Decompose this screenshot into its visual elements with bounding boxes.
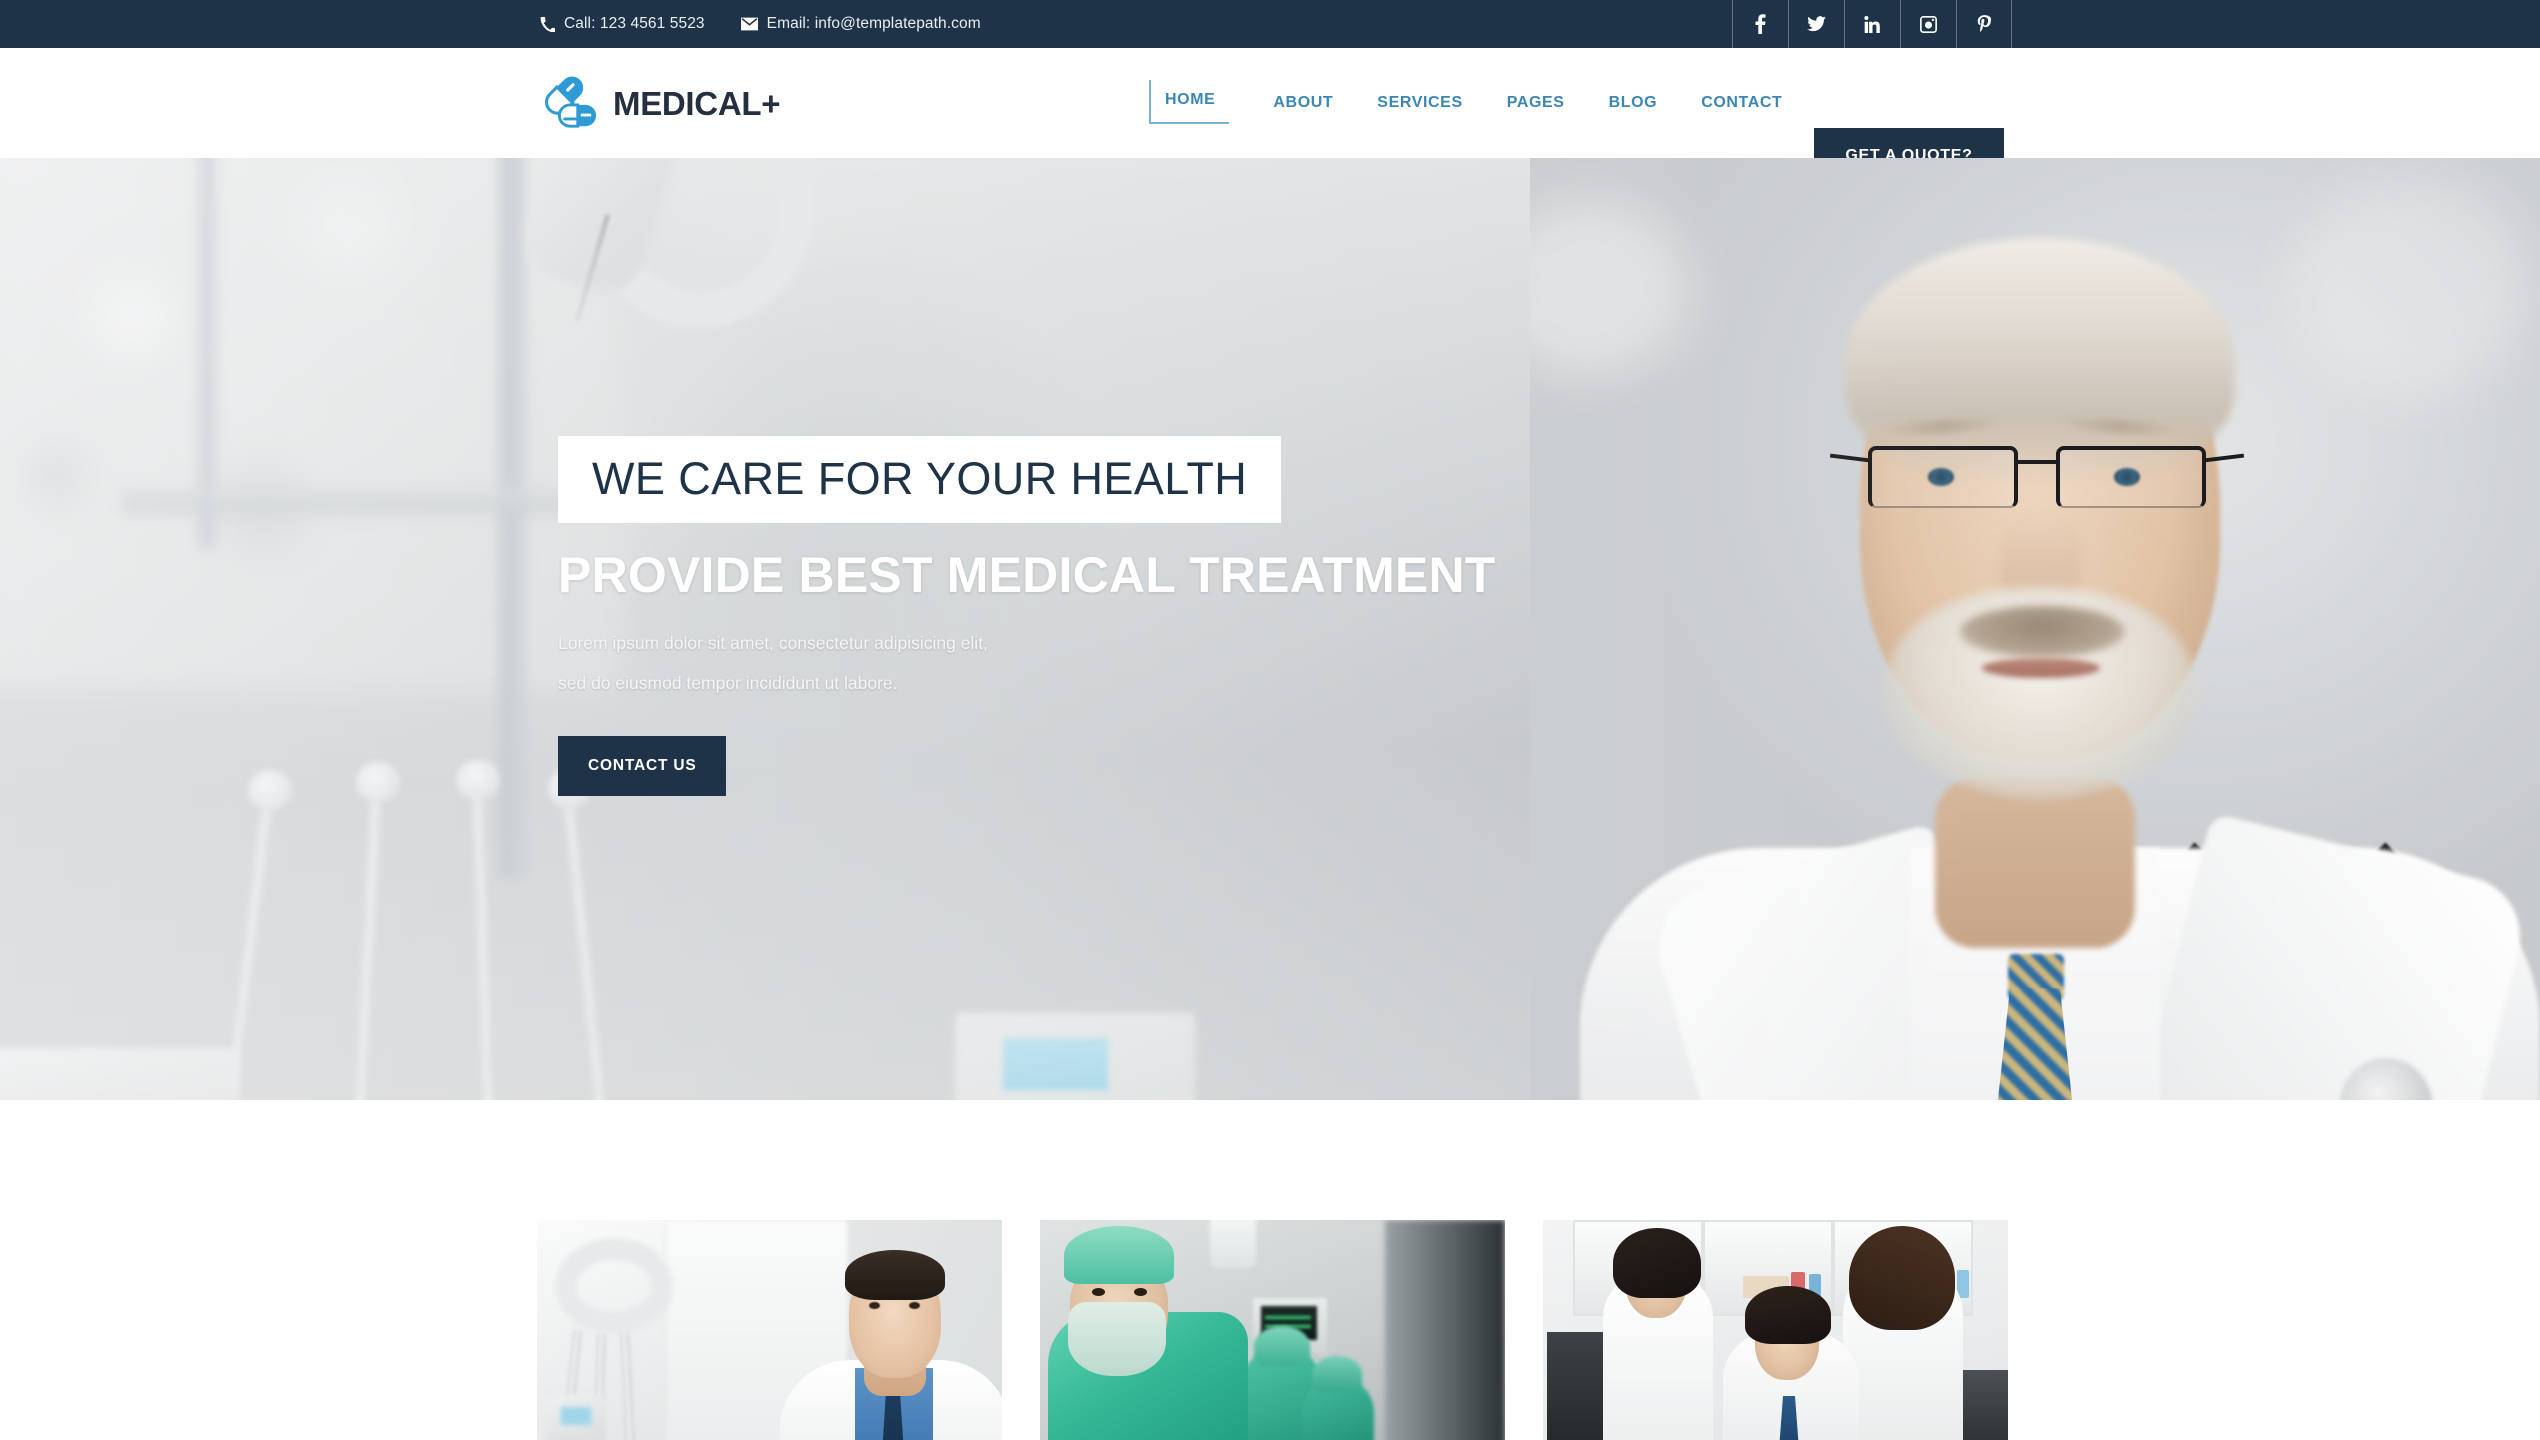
services-cards-section — [0, 1100, 2540, 1440]
hero-badge-text: WE CARE FOR YOUR HEALTH — [592, 453, 1248, 504]
nav-item-about[interactable]: ABOUT — [1273, 95, 1333, 111]
email-contact[interactable]: Email: info@templatepath.com — [740, 15, 981, 33]
hero-content: WE CARE FOR YOUR HEALTH PROVIDE BEST MED… — [558, 436, 1496, 796]
site-logo[interactable]: MEDICAL+ — [540, 74, 781, 132]
twitter-icon[interactable] — [1788, 0, 1844, 48]
phone-contact[interactable]: Call: 123 4561 5523 — [540, 15, 705, 33]
nav-item-blog[interactable]: BLOG — [1609, 95, 1658, 111]
hero-paragraph-line-1: Lorem ipsum dolor sit amet, consectetur … — [558, 633, 988, 653]
hero-title: PROVIDE BEST MEDICAL TREATMENT — [558, 547, 1496, 603]
top-bar-contact-group: Call: 123 4561 5523 Email: info@template… — [540, 15, 981, 33]
card-lab-team-image — [1543, 1220, 2008, 1440]
instagram-icon[interactable] — [1900, 0, 1956, 48]
hero-paragraph-line-2: sed do eiusmod tempor incididunt ut labo… — [558, 672, 898, 693]
social-links — [1732, 0, 2012, 48]
linkedin-icon[interactable] — [1844, 0, 1900, 48]
logo-text: MEDICAL+ — [613, 84, 781, 122]
nav-item-services[interactable]: SERVICES — [1377, 95, 1462, 111]
main-navigation: HOME ABOUT SERVICES PAGES BLOG CONTACT — [1149, 48, 1782, 158]
card-doctor-in-clinic-image — [537, 1220, 1002, 1440]
email-text: Email: info@templatepath.com — [766, 15, 981, 32]
hero-badge: WE CARE FOR YOUR HEALTH — [558, 436, 1282, 523]
envelope-icon — [740, 17, 758, 31]
hero-section: WE CARE FOR YOUR HEALTH PROVIDE BEST MED… — [0, 158, 2540, 1100]
top-bar: Call: 123 4561 5523 Email: info@template… — [0, 0, 2540, 48]
phone-icon — [540, 16, 555, 32]
site-header: MEDICAL+ HOME ABOUT SERVICES PAGES BLOG … — [0, 48, 2540, 184]
card-surgery-team[interactable] — [1040, 1220, 1505, 1440]
nav-item-pages[interactable]: PAGES — [1507, 95, 1565, 111]
nav-item-home[interactable]: HOME — [1149, 80, 1230, 124]
card-lab-team[interactable] — [1543, 1220, 2008, 1440]
phone-text: Call: 123 4561 5523 — [564, 15, 705, 32]
cards-row — [537, 1220, 2008, 1440]
pills-capsule-icon — [545, 76, 597, 128]
card-doctor-in-clinic[interactable] — [537, 1220, 1002, 1440]
nav-item-contact[interactable]: CONTACT — [1701, 95, 1782, 111]
facebook-icon[interactable] — [1732, 0, 1788, 48]
contact-us-button[interactable]: CONTACT US — [558, 736, 727, 796]
card-surgery-team-image — [1040, 1220, 1505, 1440]
pinterest-icon[interactable] — [1956, 0, 2012, 48]
